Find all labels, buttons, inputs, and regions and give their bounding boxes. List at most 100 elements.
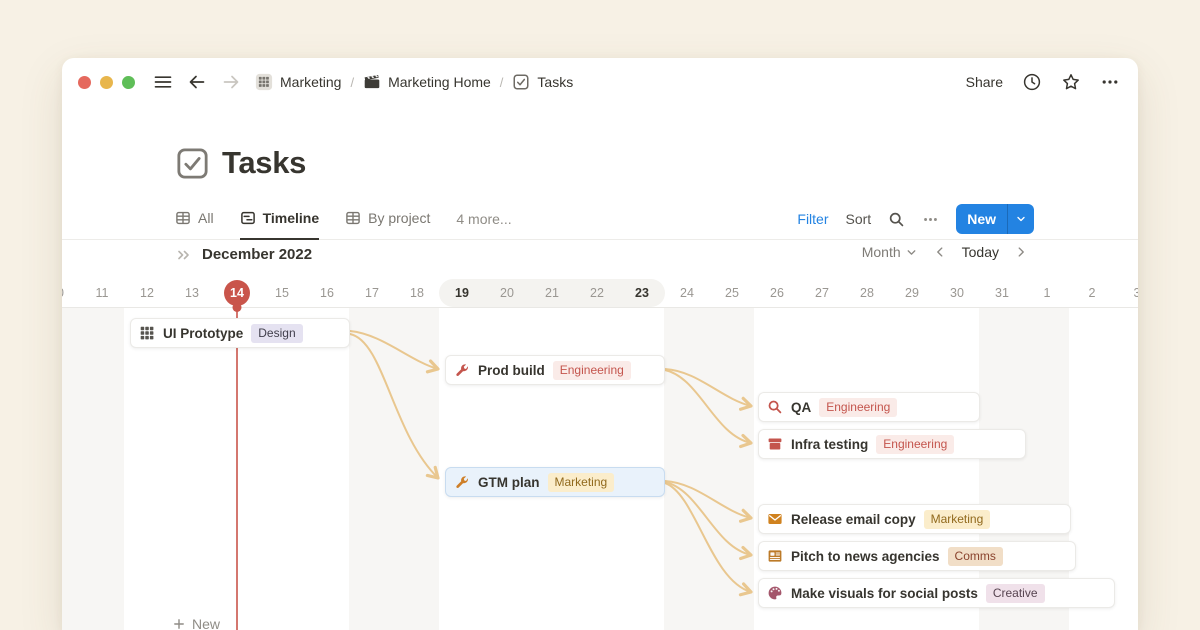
newspaper-icon	[767, 548, 783, 564]
filter-button[interactable]: Filter	[797, 211, 828, 227]
task-title: Make visuals for social posts	[791, 586, 978, 601]
new-button-label[interactable]: New	[956, 204, 1007, 234]
page-checkbox-icon[interactable]	[175, 146, 210, 181]
titlebar-actions: Share	[966, 58, 1120, 106]
weekend-column	[664, 308, 754, 630]
new-button[interactable]: New	[956, 204, 1034, 234]
task-title: Release email copy	[791, 512, 916, 527]
share-button[interactable]: Share	[966, 74, 1003, 90]
breadcrumb-separator: /	[349, 75, 355, 90]
tab-label: All	[198, 210, 214, 226]
timeline-scale-label: Month	[862, 244, 901, 260]
task-card-release-email-copy[interactable]: Release email copy Marketing	[758, 504, 1071, 534]
zoom-window-button[interactable]	[122, 76, 135, 89]
task-title: Prod build	[478, 363, 545, 378]
task-title: QA	[791, 400, 811, 415]
palette-icon	[767, 585, 783, 601]
task-tag: Marketing	[924, 510, 991, 529]
titlebar: Marketing / Marketing Home / Tasks Share	[62, 58, 1138, 106]
today-button[interactable]: Today	[962, 244, 999, 260]
date-label: 31	[995, 279, 1009, 307]
date-label: 28	[860, 279, 874, 307]
breadcrumb: Marketing / Marketing Home / Tasks	[255, 73, 573, 91]
more-options-icon[interactable]	[1100, 72, 1120, 92]
new-row-button[interactable]: New	[172, 616, 220, 630]
date-label: 11	[96, 279, 109, 307]
task-card-qa[interactable]: QAEngineering	[758, 392, 980, 422]
task-title: GTM plan	[478, 475, 540, 490]
date-label: 30	[950, 279, 964, 307]
table-view-icon	[345, 210, 361, 226]
tabs-more-button[interactable]: 4 more...	[456, 198, 511, 240]
today-line	[236, 308, 238, 630]
task-card-make-visuals-for-social-posts[interactable]: Make visuals for social posts Creative	[758, 578, 1115, 608]
plus-icon	[172, 617, 186, 630]
task-card-gtm-plan[interactable]: GTM plan Marketing	[445, 467, 665, 497]
close-window-button[interactable]	[78, 76, 91, 89]
task-tag: Marketing	[548, 473, 615, 492]
breadcrumb-item[interactable]: Tasks	[512, 73, 573, 91]
breadcrumb-label: Marketing	[280, 74, 341, 90]
forward-icon[interactable]	[221, 72, 241, 92]
weekend-column	[62, 308, 124, 630]
date-label: 24	[680, 279, 694, 307]
back-icon[interactable]	[187, 72, 207, 92]
breadcrumb-label: Tasks	[537, 74, 573, 90]
minimize-window-button[interactable]	[100, 76, 113, 89]
date-label: 17	[365, 279, 379, 307]
date-label: 13	[185, 279, 199, 307]
page-head: Tasks	[175, 145, 306, 181]
date-label: 21	[545, 279, 559, 307]
prev-period-icon[interactable]	[933, 245, 947, 259]
toolbar-actions: Filter Sort New	[797, 198, 1034, 240]
app-window: Marketing / Marketing Home / Tasks Share Tas…	[62, 58, 1138, 630]
new-row-label: New	[192, 616, 220, 630]
breadcrumb-item[interactable]: Marketing	[255, 73, 341, 91]
chevron-down-icon	[905, 246, 918, 259]
breadcrumb-separator: /	[499, 75, 505, 90]
timeline-body: New UI Prototype Design Prod buildEngineer…	[62, 308, 1138, 630]
date-label: 27	[815, 279, 829, 307]
tab-all[interactable]: All	[175, 198, 214, 240]
view-tabs: All Timeline By project 4 more...	[175, 198, 512, 240]
new-dropdown-chevron-icon[interactable]	[1007, 204, 1034, 234]
date-label: 1	[1044, 279, 1051, 307]
wrench-icon	[454, 474, 470, 490]
tab-timeline[interactable]: Timeline	[240, 198, 320, 240]
date-label: 19	[455, 279, 469, 307]
date-label: 22	[590, 279, 604, 307]
tab-by-project[interactable]: By project	[345, 198, 430, 240]
menu-icon[interactable]	[153, 72, 173, 92]
view-toolbar: All Timeline By project 4 more... Filter So…	[62, 198, 1138, 240]
sort-button[interactable]: Sort	[846, 211, 872, 227]
date-label: 29	[905, 279, 919, 307]
page-title[interactable]: Tasks	[222, 145, 306, 181]
task-title: Infra testing	[791, 437, 868, 452]
history-clock-icon[interactable]	[1022, 72, 1042, 92]
task-tag: Design	[251, 324, 302, 343]
table-view-icon	[175, 210, 191, 226]
next-period-icon[interactable]	[1014, 245, 1028, 259]
timeline-nav: Month Today	[862, 244, 1028, 260]
search-icon	[767, 399, 783, 415]
double-chevron-icon[interactable]	[176, 247, 192, 263]
favorite-star-icon[interactable]	[1061, 72, 1081, 92]
timeline-scale-select[interactable]: Month	[862, 244, 918, 260]
date-label: 2	[1089, 279, 1096, 307]
task-card-infra-testing[interactable]: Infra testingEngineering	[758, 429, 1026, 459]
view-settings-icon[interactable]	[922, 211, 939, 228]
timeline-month-label: December 2022	[202, 246, 312, 263]
canvas: { "colors": { "accent_blue": "#2383E2", …	[0, 0, 1200, 630]
task-tag: Creative	[986, 584, 1045, 603]
grid-thumb-icon	[255, 73, 273, 91]
breadcrumb-item[interactable]: Marketing Home	[363, 73, 491, 91]
date-label: 25	[725, 279, 739, 307]
wrench-icon	[454, 362, 470, 378]
search-icon[interactable]	[888, 211, 905, 228]
task-card-prod-build[interactable]: Prod buildEngineering	[445, 355, 665, 385]
task-card-pitch-to-news-agencies[interactable]: Pitch to news agenciesComms	[758, 541, 1076, 571]
task-tag: Comms	[948, 547, 1003, 566]
task-title: UI Prototype	[163, 326, 243, 341]
task-card-ui-prototype[interactable]: UI Prototype Design	[130, 318, 350, 348]
checkbox-icon	[512, 73, 530, 91]
